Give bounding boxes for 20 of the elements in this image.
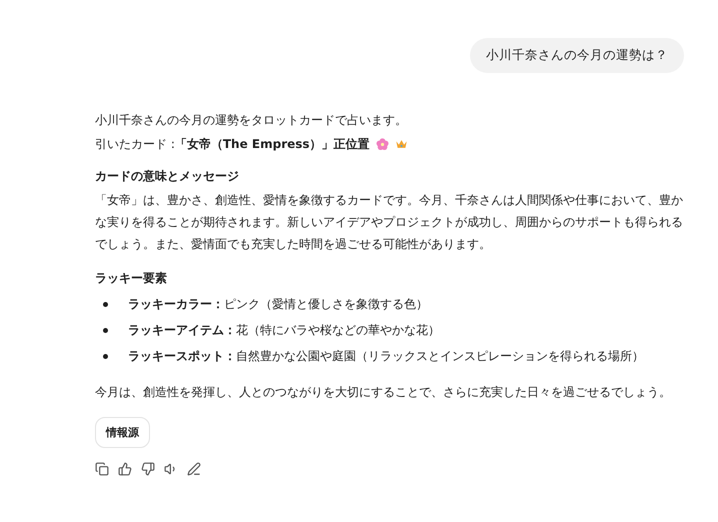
closing-text: 今月は、創造性を発揮し、人とのつながりを大切にすることで、さらに充実した日々を過ごせるでしょう。 bbox=[95, 384, 672, 401]
sources-button[interactable]: 情報源 bbox=[95, 417, 150, 448]
card-line: 引いたカード :「女帝（The Empress）」正位置 bbox=[95, 136, 370, 153]
bullet-icon bbox=[103, 328, 108, 332]
flower-icon bbox=[376, 138, 389, 150]
crown-icon bbox=[394, 138, 408, 150]
bullet-icon bbox=[103, 354, 108, 358]
thumbs-down-icon[interactable] bbox=[141, 462, 155, 476]
copy-icon[interactable] bbox=[95, 462, 109, 476]
list-item-text: ラッキーアイテム：花（特にバラや桜などの華やかな花） bbox=[128, 322, 440, 339]
bullet-icon bbox=[103, 302, 108, 306]
intro-text: 小川千奈さんの今月の運勢をタロットカードで占います。 bbox=[95, 112, 408, 129]
meaning-paragraph: 「女帝」は、豊かさ、創造性、愛情を象徴するカードです。今月、千奈さんは人間関係や仕事において、豊かな実りを得ることが期待されます。新しいアイデアやプロジェクトが成功し、周囲からのサポートも得られるでしょう。また、愛情面でも充実した時間を過ごせる可能性があります。 bbox=[95, 192, 684, 253]
user-message: 小川千奈さんの今月の運勢は？ bbox=[470, 38, 684, 73]
thumbs-up-icon[interactable] bbox=[118, 462, 132, 476]
section-heading: ラッキー要素 bbox=[95, 270, 168, 287]
list-item-text: ラッキーカラー：ピンク（愛情と優しさを象徴する色） bbox=[128, 296, 428, 313]
pen-icon[interactable] bbox=[187, 462, 201, 476]
section-heading: カードの意味とメッセージ bbox=[95, 168, 240, 185]
list-item-text: ラッキースポット：自然豊かな公園や庭園（リラックスとインスピレーションを得られる場所） bbox=[128, 348, 644, 365]
